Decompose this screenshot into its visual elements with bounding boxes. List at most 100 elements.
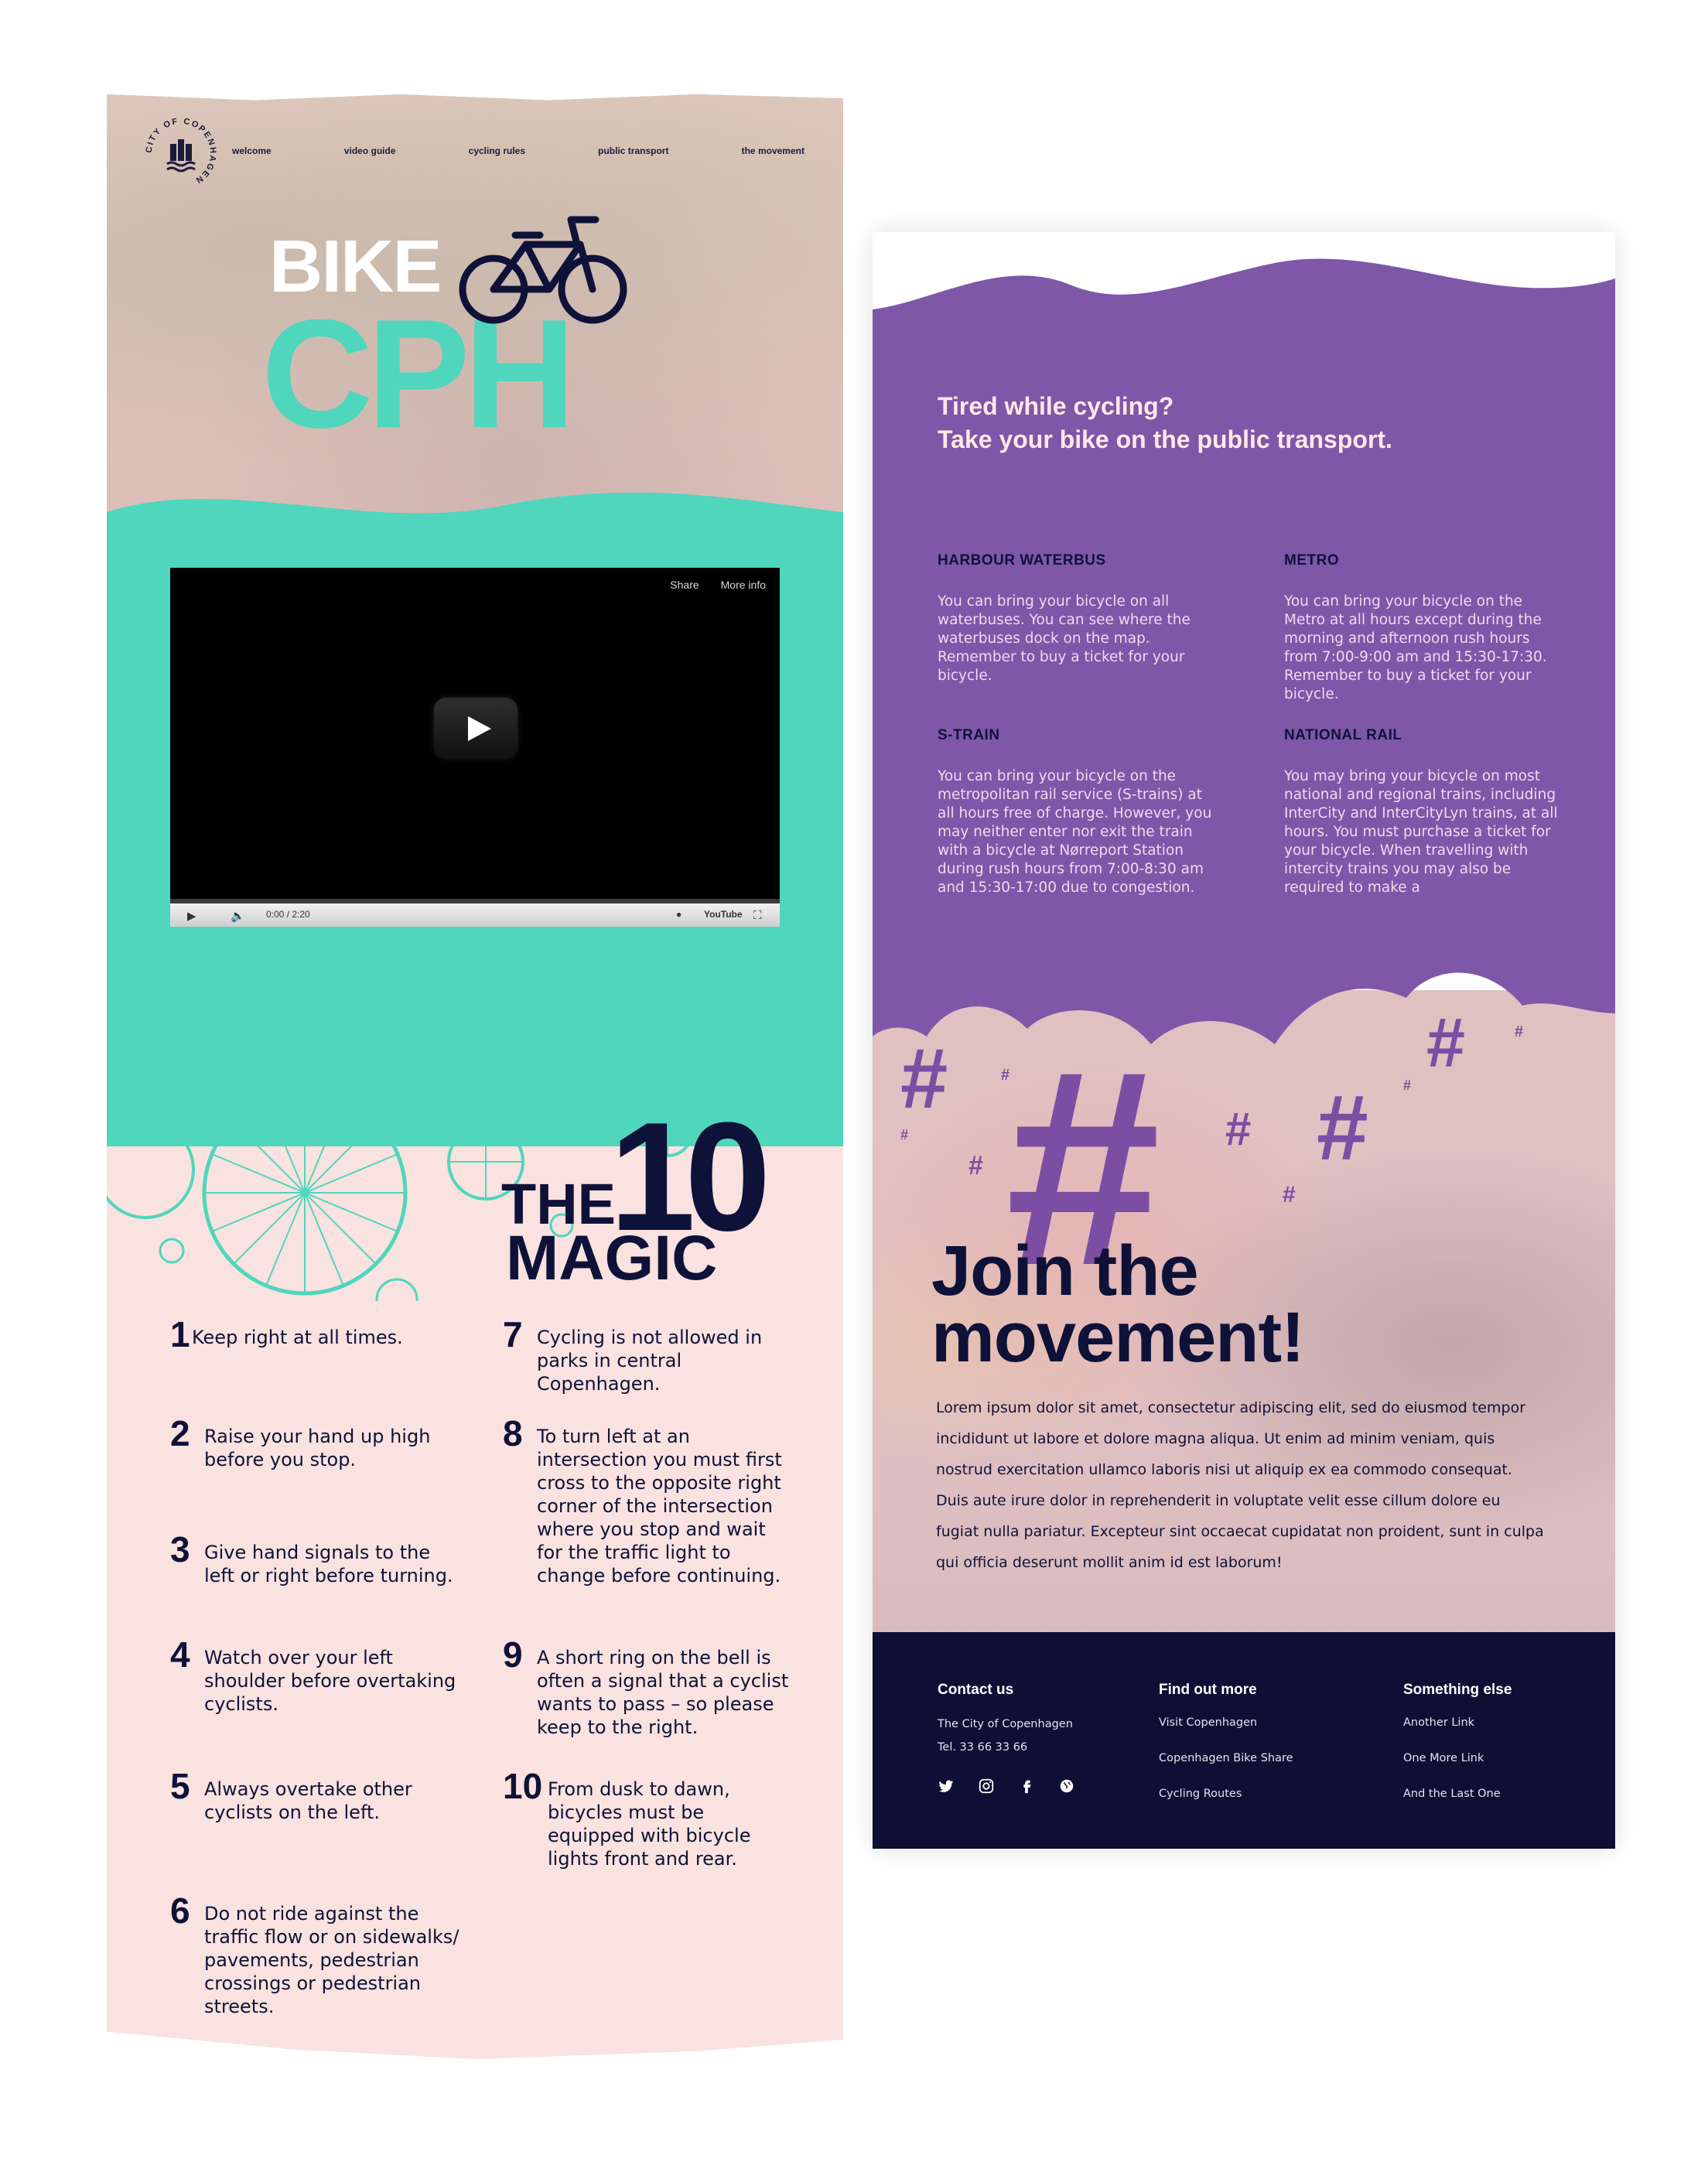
- hashtag-icon: #: [900, 1031, 948, 1126]
- nav-public-transport[interactable]: public transport: [598, 145, 668, 166]
- mode-text: You can bring your bicycle on all waterb…: [938, 593, 1190, 684]
- footer-link-bike-share[interactable]: Copenhagen Bike Share: [1159, 1748, 1293, 1768]
- movement-heading-line1: Join the: [931, 1231, 1199, 1310]
- footer: Contact us The City of Copenhagen Tel. 3…: [873, 1632, 1615, 1849]
- rule-number: 8: [503, 1413, 523, 1453]
- footer-link-one-more[interactable]: One More Link: [1403, 1748, 1512, 1768]
- settings-icon[interactable]: ●: [676, 909, 681, 920]
- mode-harbour-waterbus: HARBOUR WATERBUS You can bring your bicy…: [938, 552, 1216, 685]
- nav-video-guide[interactable]: video guide: [344, 145, 396, 166]
- volume-icon[interactable]: 🔈: [231, 909, 245, 923]
- transport-section: [873, 258, 1615, 1044]
- globe-icon[interactable]: [1058, 1778, 1075, 1795]
- rule-number: 7: [503, 1314, 523, 1354]
- video-share-link[interactable]: Share: [670, 579, 699, 591]
- magic-word: MAGIC: [506, 1223, 718, 1293]
- footer-contact-heading: Contact us: [938, 1682, 1014, 1698]
- mode-s-train: S-TRAIN You can bring your bicycle on th…: [938, 727, 1216, 897]
- youtube-logo[interactable]: YouTube: [704, 909, 743, 920]
- instagram-icon[interactable]: [978, 1778, 995, 1795]
- footer-find-out-more: Find out more Visit Copenhagen Copenhage…: [1159, 1682, 1293, 1804]
- movement-heading-line2: movement!: [931, 1298, 1305, 1377]
- rule-text: Do not ride against the traffic flow or …: [204, 1903, 459, 2017]
- hashtag-icon: #: [1225, 1103, 1252, 1155]
- movement-heading: Join the movement!: [931, 1231, 1550, 1377]
- right-page-mockup: Tired while cycling? Take your bike on t…: [873, 232, 1615, 1849]
- rule-item: 8 To turn left at an intersection you mu…: [503, 1413, 797, 1587]
- mode-title: S-TRAIN: [938, 727, 1000, 743]
- transport-heading-line2: Take your bike on the public transport.: [938, 425, 1392, 453]
- video-time: 0:00 / 2:20: [266, 909, 310, 920]
- footer-link-visit-copenhagen[interactable]: Visit Copenhagen: [1159, 1713, 1293, 1733]
- hashtag-icon: #: [968, 1151, 983, 1180]
- hashtag-icon: #: [1403, 1078, 1412, 1093]
- mode-title: METRO: [1284, 552, 1340, 569]
- mode-metro: METRO You can bring your bicycle on the …: [1284, 552, 1563, 704]
- rule-number: 4: [170, 1634, 190, 1675]
- hashtag-icon: #: [900, 1127, 909, 1142]
- facebook-icon[interactable]: [1018, 1778, 1035, 1795]
- left-page-mockup: CITY OF COPENHAGEN welcome video guide c…: [107, 94, 843, 2059]
- ten-magic-heading: 10 THE MAGIC: [501, 1100, 811, 1294]
- rule-text: Give hand signals to the left or right b…: [204, 1542, 453, 1586]
- footer-find-heading: Find out more: [1159, 1682, 1257, 1698]
- footer-link-cycling-routes[interactable]: Cycling Routes: [1159, 1784, 1293, 1804]
- rule-number: 9: [503, 1634, 523, 1675]
- rule-text: To turn left at an intersection you must…: [537, 1426, 782, 1586]
- transport-heading: Tired while cycling? Take your bike on t…: [938, 390, 1525, 456]
- rule-item: 5 Always overtake other cyclists on the …: [170, 1766, 464, 1824]
- main-nav: welcome video guide cycling rules public…: [232, 145, 804, 166]
- footer-contact: Contact us The City of Copenhagen Tel. 3…: [938, 1682, 1073, 1759]
- hashtag-icon: #: [1001, 1067, 1010, 1084]
- rule-item: 4 Watch over your left shoulder before o…: [170, 1634, 464, 1716]
- footer-phone[interactable]: Tel. 33 66 33 66: [938, 1736, 1073, 1759]
- rule-text: A short ring on the bell is often a sign…: [537, 1647, 789, 1738]
- rule-item: 3 Give hand signals to the left or right…: [170, 1529, 464, 1587]
- mode-text: You can bring your bicycle on the metrop…: [938, 768, 1212, 896]
- movement-body-text: Lorem ipsum dolor sit amet, consectetur …: [936, 1399, 1544, 1571]
- nav-cycling-rules[interactable]: cycling rules: [469, 145, 525, 166]
- rule-text: Keep right at all times.: [192, 1327, 403, 1348]
- mode-text: You can bring your bicycle on the Metro …: [1284, 593, 1547, 702]
- social-links: [938, 1778, 1075, 1795]
- hashtag-icon: #: [1426, 1005, 1466, 1082]
- rule-item: 10 From dusk to dawn, bicycles must be e…: [503, 1766, 797, 1870]
- footer-link-last-one[interactable]: And the Last One: [1403, 1784, 1512, 1804]
- footer-else-heading: Something else: [1403, 1682, 1512, 1698]
- rule-number: 1: [170, 1314, 190, 1354]
- youtube-video-player[interactable]: Share More info ▶ 🔈 0:00 / 2:20 ● YouTub…: [170, 568, 780, 927]
- rule-text: Raise your hand up high before you stop.: [204, 1426, 431, 1470]
- transport-heading-line1: Tired while cycling?: [938, 392, 1174, 420]
- nav-welcome[interactable]: welcome: [232, 145, 272, 166]
- bicycle-icon: [459, 216, 627, 324]
- play-icon[interactable]: ▶: [187, 909, 196, 923]
- twitter-icon[interactable]: [938, 1778, 955, 1795]
- footer-address: The City of Copenhagen: [938, 1718, 1073, 1730]
- hashtag-icon: #: [1317, 1076, 1368, 1180]
- video-controls: ▶ 🔈 0:00 / 2:20 ● YouTube ⛶: [170, 903, 780, 927]
- hashtag-icon: #: [1283, 1182, 1296, 1207]
- rule-number: 5: [170, 1766, 190, 1806]
- rule-item: 6 Do not ride against the traffic flow o…: [170, 1890, 464, 2018]
- rule-number: 3: [170, 1529, 190, 1569]
- mode-text: You may bring your bicycle on most natio…: [1284, 768, 1558, 896]
- fullscreen-icon[interactable]: ⛶: [753, 909, 762, 922]
- rule-number: 6: [170, 1890, 190, 1931]
- rule-text: Watch over your left shoulder before ove…: [204, 1647, 456, 1715]
- hashtag-icon: #: [1515, 1023, 1524, 1040]
- rule-text: Always overtake other cyclists on the le…: [204, 1778, 412, 1823]
- city-of-copenhagen-logo[interactable]: CITY OF COPENHAGEN: [144, 116, 218, 190]
- play-button[interactable]: [434, 698, 518, 758]
- rule-number: 2: [170, 1413, 190, 1453]
- rule-text: From dusk to dawn, bicycles must be equi…: [548, 1778, 751, 1870]
- mode-title: NATIONAL RAIL: [1284, 727, 1402, 743]
- mode-national-rail: NATIONAL RAIL You may bring your bicycle…: [1284, 727, 1563, 897]
- nav-the-movement[interactable]: the movement: [742, 145, 804, 166]
- footer-link-another[interactable]: Another Link: [1403, 1713, 1512, 1733]
- video-more-info-link[interactable]: More info: [721, 579, 766, 591]
- rule-item: 7 Cycling is not allowed in parks in cen…: [503, 1314, 797, 1395]
- rule-item: 9 A short ring on the bell is often a si…: [503, 1634, 797, 1739]
- rule-item: 2 Raise your hand up high before you sto…: [170, 1413, 464, 1471]
- rule-number: 10: [503, 1766, 543, 1806]
- rule-item: 1 Keep right at all times.: [170, 1314, 464, 1354]
